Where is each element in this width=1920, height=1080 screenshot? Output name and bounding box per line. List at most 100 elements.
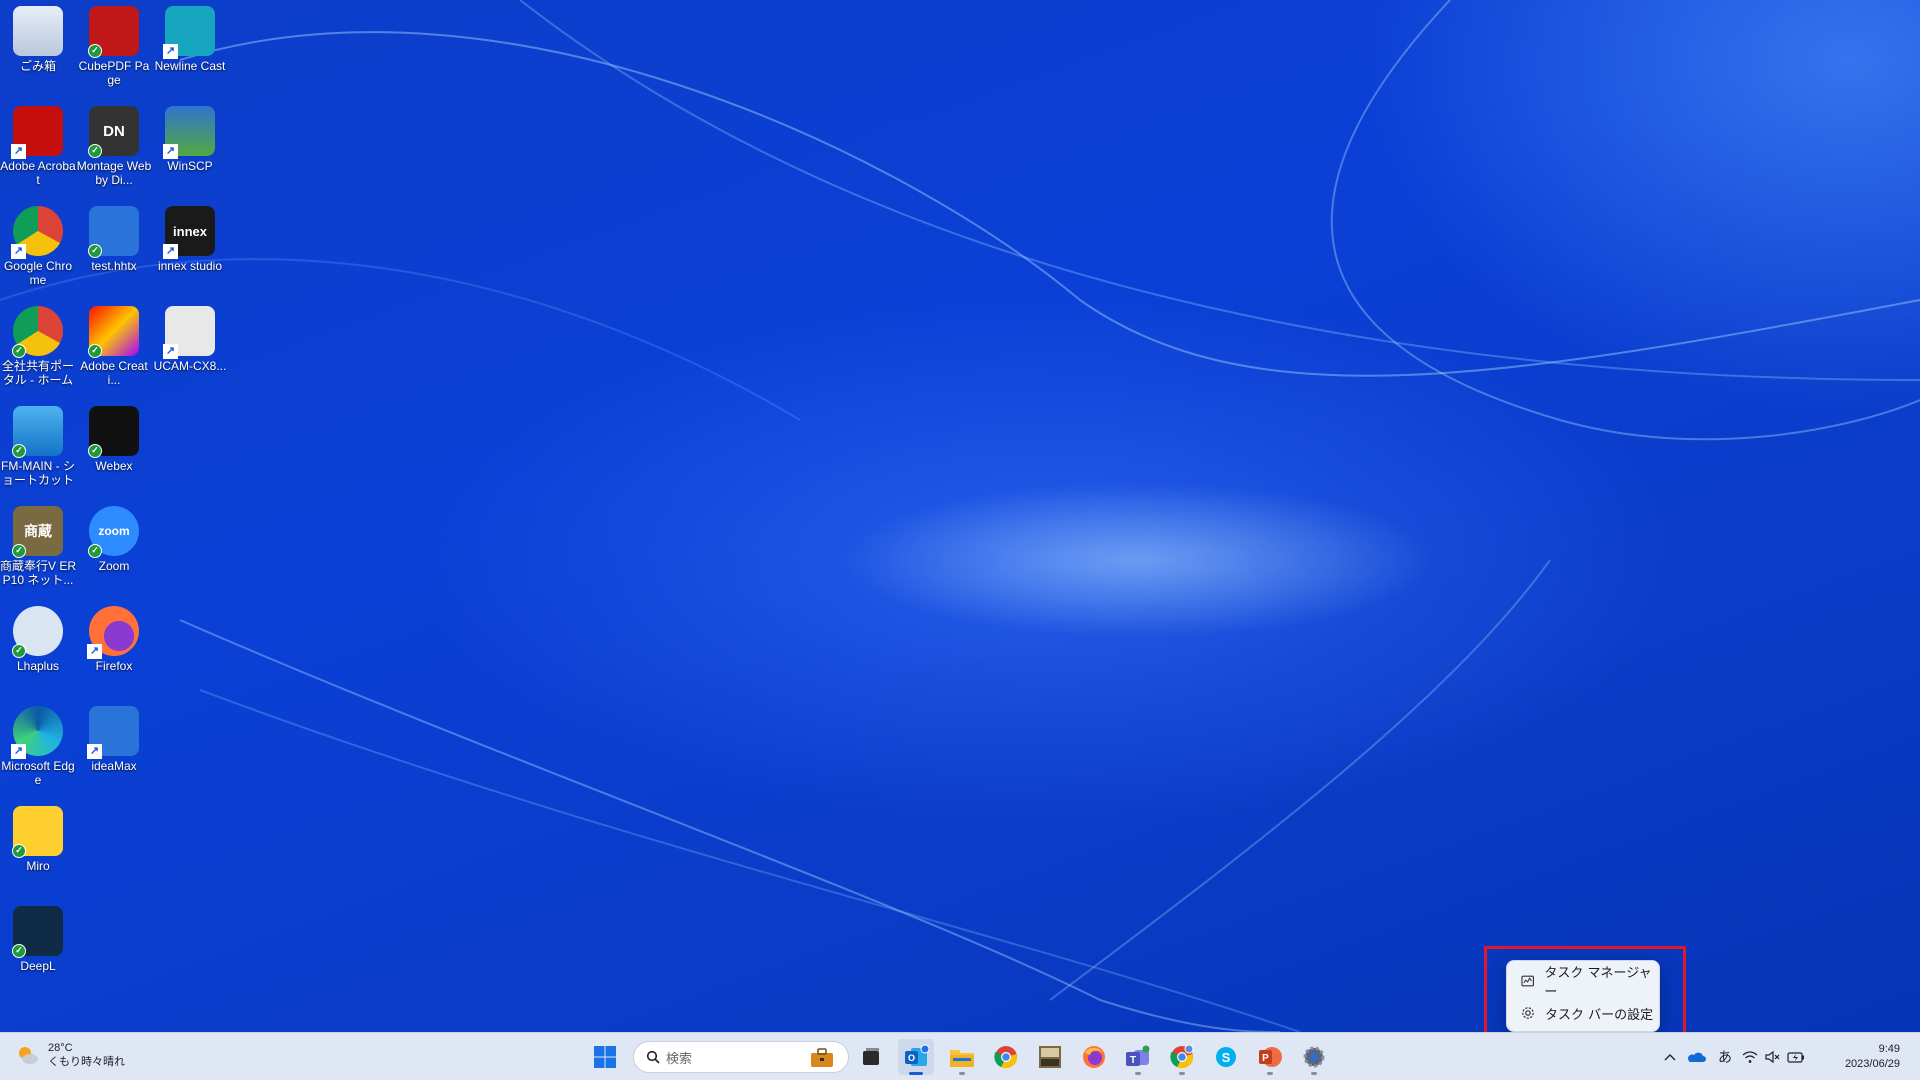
icon-glyph-text: innex bbox=[173, 223, 207, 239]
recycle-bin-icon bbox=[13, 6, 63, 56]
sync-check-icon: ✓ bbox=[12, 544, 26, 558]
start-button[interactable] bbox=[587, 1039, 623, 1075]
sync-check-icon: ✓ bbox=[12, 944, 26, 958]
running-indicator bbox=[1311, 1072, 1317, 1075]
ideamax-icon: ↗ bbox=[87, 706, 139, 759]
desktop-shortcut[interactable]: DN ✓ Montage Web by Di... bbox=[76, 106, 152, 202]
search-icon bbox=[646, 1050, 660, 1064]
sync-check-icon: ✓ bbox=[88, 44, 102, 58]
taskbar-shozo[interactable] bbox=[1032, 1039, 1068, 1075]
desktop-shortcut[interactable]: ↗ Adobe Acrobat bbox=[0, 106, 76, 202]
taskbar-powerpoint[interactable]: P bbox=[1252, 1039, 1288, 1075]
acrobat-icon: ↗ bbox=[11, 106, 63, 159]
desktop-shortcut-label: Microsoft Edge bbox=[1, 759, 75, 787]
desktop-shortcut-label: Firefox bbox=[95, 659, 133, 673]
desktop-shortcut[interactable]: zoom ✓ Zoom bbox=[76, 506, 152, 602]
taskbar-settings[interactable] bbox=[1296, 1039, 1332, 1075]
desktop-shortcut-label: Webex bbox=[95, 459, 133, 473]
desktop-shortcut-label: Newline Cast bbox=[154, 59, 226, 73]
taskbar-firefox[interactable] bbox=[1076, 1039, 1112, 1075]
desktop-shortcut[interactable]: ごみ箱 bbox=[0, 6, 76, 102]
desktop-shortcut[interactable]: ↗ WinSCP bbox=[152, 106, 228, 202]
search-input[interactable]: 検索 bbox=[633, 1041, 849, 1073]
desktop-shortcut-label: test.hhtx bbox=[91, 259, 137, 273]
desktop-shortcut[interactable]: ↗ Firefox bbox=[76, 606, 152, 702]
volume-button[interactable] bbox=[1762, 1050, 1784, 1064]
icon-glyph-text: DN bbox=[103, 122, 125, 140]
active-indicator bbox=[909, 1072, 923, 1075]
shortcut-arrow-icon: ↗ bbox=[11, 144, 26, 159]
desktop-shortcut[interactable]: ↗ Newline Cast bbox=[152, 6, 228, 102]
zoom-icon: zoom ✓ bbox=[88, 506, 139, 558]
sync-check-icon: ✓ bbox=[88, 144, 102, 158]
taskbar-chrome-profile[interactable] bbox=[1164, 1039, 1200, 1075]
running-indicator bbox=[1267, 1072, 1273, 1075]
desktop-shortcut[interactable]: ✓ 全社共有ポータル - ホーム bbox=[0, 306, 76, 402]
taskbar-teams[interactable]: T bbox=[1120, 1039, 1156, 1075]
creative-cloud-icon: ✓ bbox=[88, 306, 139, 358]
desktop-shortcut[interactable]: ↗ Microsoft Edge bbox=[0, 706, 76, 802]
desktop-shortcut-label: Adobe Creati... bbox=[80, 359, 148, 387]
desktop-shortcut[interactable]: ↗ Google Chrome bbox=[0, 206, 76, 302]
desktop-shortcut[interactable]: ↗ UCAM-CX8... bbox=[152, 306, 228, 402]
clock[interactable]: 9:49 2023/06/29 bbox=[1845, 1042, 1900, 1072]
desktop-shortcut[interactable]: ✓ Adobe Creati... bbox=[76, 306, 152, 402]
desktop-shortcut[interactable]: ↗ ideaMax bbox=[76, 706, 152, 802]
chevron-up-icon bbox=[1664, 1054, 1676, 1061]
desktop-shortcut[interactable]: ✓ test.hhtx bbox=[76, 206, 152, 302]
deepl-icon: ✓ bbox=[12, 906, 63, 958]
running-indicator bbox=[1135, 1072, 1141, 1075]
desktop-shortcut[interactable]: ✓ Webex bbox=[76, 406, 152, 502]
taskbar-chrome[interactable] bbox=[988, 1039, 1024, 1075]
running-indicator bbox=[959, 1072, 965, 1075]
shortcut-arrow-icon: ↗ bbox=[87, 644, 102, 659]
desktop-shortcut[interactable]: ✓ FM-MAIN - ショートカット bbox=[0, 406, 76, 502]
show-hidden-icons-button[interactable] bbox=[1660, 1053, 1680, 1061]
ideamax-file-icon: ✓ bbox=[88, 206, 139, 258]
partly-sunny-icon bbox=[14, 1042, 40, 1068]
task-view-button[interactable] bbox=[853, 1039, 889, 1075]
desktop-shortcut[interactable]: ✓ Lhaplus bbox=[0, 606, 76, 702]
onedrive-button[interactable] bbox=[1680, 1051, 1712, 1063]
cubepdf-icon: ✓ bbox=[88, 6, 139, 58]
network-button[interactable] bbox=[1738, 1050, 1762, 1064]
powerpoint-icon: P bbox=[1259, 1047, 1282, 1067]
weather-widget[interactable]: 28°C くもり時々晴れ bbox=[14, 1041, 125, 1069]
sync-check-icon: ✓ bbox=[88, 544, 102, 558]
windows-logo-icon bbox=[594, 1046, 616, 1068]
desktop-wallpaper bbox=[0, 0, 1920, 1032]
ime-indicator[interactable]: あ bbox=[1712, 1047, 1738, 1067]
running-indicator bbox=[1179, 1072, 1185, 1075]
svg-text:T: T bbox=[1130, 1055, 1136, 1066]
shortcut-arrow-icon: ↗ bbox=[163, 144, 178, 159]
battery-button[interactable] bbox=[1784, 1051, 1808, 1063]
taskbar-file-explorer[interactable] bbox=[944, 1039, 980, 1075]
shortcut-arrow-icon: ↗ bbox=[87, 744, 102, 759]
desktop-shortcut[interactable]: ✓ CubePDF Page bbox=[76, 6, 152, 102]
taskbar-outlook[interactable]: O bbox=[898, 1039, 934, 1075]
skype-icon: S bbox=[1216, 1047, 1236, 1067]
shortcut-arrow-icon: ↗ bbox=[11, 244, 26, 259]
shortcut-arrow-icon: ↗ bbox=[163, 44, 178, 59]
svg-text:O: O bbox=[908, 1053, 915, 1063]
desktop-shortcut[interactable]: 商蔵 ✓ 商蔵奉行V ERP10 ネット... bbox=[0, 506, 76, 602]
desktop-shortcut-label: Google Chrome bbox=[3, 259, 73, 287]
miro-icon: ✓ bbox=[12, 806, 63, 858]
shortcut-arrow-icon: ↗ bbox=[11, 744, 26, 759]
desktop-shortcut-label: 全社共有ポータル - ホーム bbox=[1, 359, 74, 387]
edge-icon: ↗ bbox=[11, 706, 63, 759]
taskbar-skype[interactable]: S bbox=[1208, 1039, 1244, 1075]
weather-temperature: 28°C bbox=[48, 1042, 73, 1054]
clock-time: 9:49 bbox=[1878, 1043, 1900, 1055]
desktop-shortcut[interactable]: ✓ Miro bbox=[0, 806, 76, 902]
icon-glyph-text: zoom bbox=[98, 524, 130, 538]
desktop-shortcut-label: Miro bbox=[26, 859, 50, 873]
shortcut-arrow-icon: ↗ bbox=[163, 344, 178, 359]
desktop-shortcut-label: Adobe Acrobat bbox=[0, 159, 76, 187]
desktop-shortcut-label: UCAM-CX8... bbox=[153, 359, 227, 373]
desktop-shortcut-label: DeepL bbox=[20, 959, 56, 973]
taskbar: 28°C くもり時々晴れ 検索 O T S P あ 9:49 2023/06/2… bbox=[0, 1032, 1920, 1080]
firefox-icon: ↗ bbox=[87, 606, 139, 659]
desktop-shortcut[interactable]: innex ↗ innex studio bbox=[152, 206, 228, 302]
desktop-shortcut[interactable]: ✓ DeepL bbox=[0, 906, 76, 1002]
